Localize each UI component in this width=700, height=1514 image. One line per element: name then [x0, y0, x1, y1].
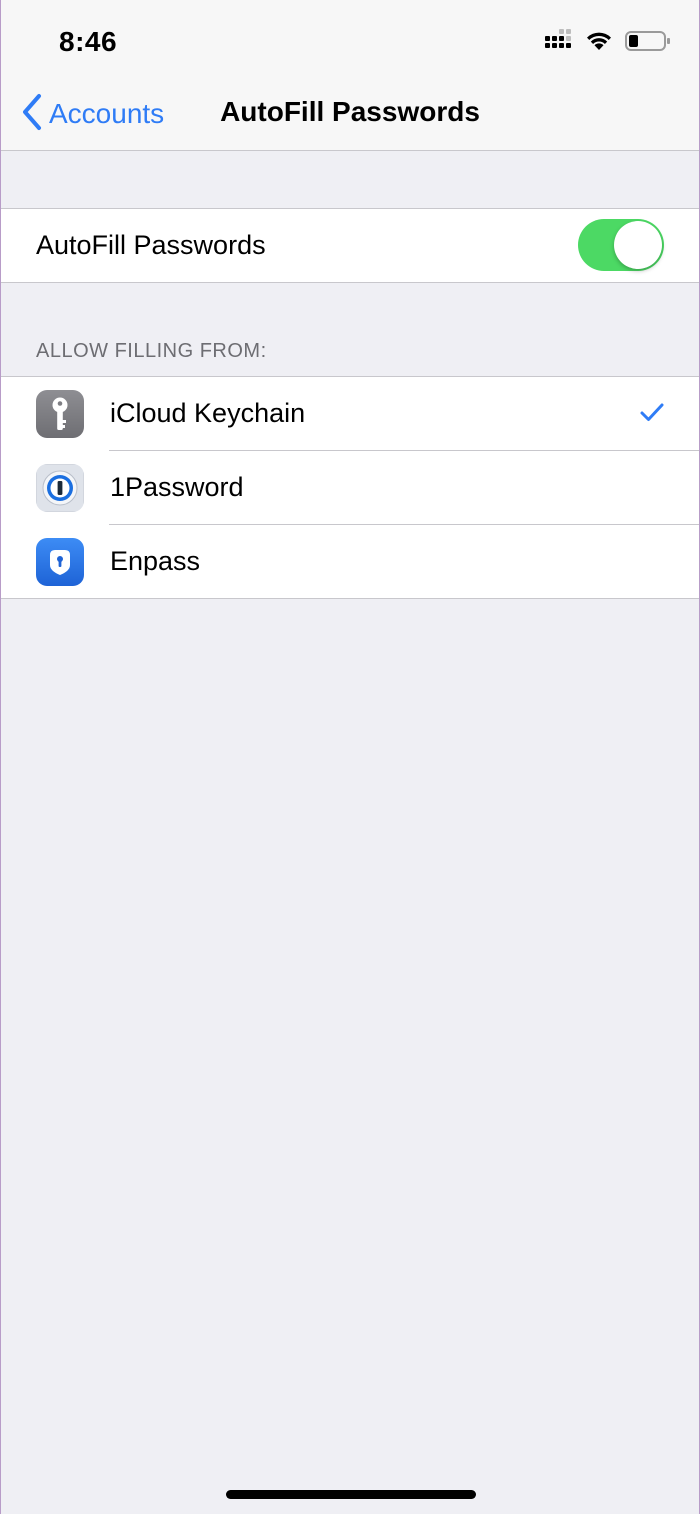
provider-row-icloud-keychain[interactable]: iCloud Keychain	[1, 377, 699, 451]
toggle-knob	[614, 221, 662, 269]
battery-icon	[625, 30, 671, 57]
autofill-group: AutoFill Passwords	[1, 208, 699, 283]
navigation-bar: Accounts AutoFill Passwords	[1, 80, 699, 151]
checkmark-icon	[639, 401, 665, 423]
status-time: 8:46	[59, 26, 118, 57]
autofill-toggle[interactable]	[578, 219, 664, 271]
page-title: AutoFill Passwords	[220, 96, 480, 127]
status-icons	[545, 28, 671, 58]
provider-row-1password[interactable]: 1Password	[1, 451, 699, 525]
home-indicator[interactable]	[226, 1490, 476, 1499]
autofill-row: AutoFill Passwords	[1, 209, 699, 282]
wifi-icon	[585, 30, 613, 57]
provider-label: Enpass	[110, 546, 201, 576]
provider-label: iCloud Keychain	[110, 398, 306, 428]
autofill-label: AutoFill Passwords	[36, 230, 266, 260]
1password-icon	[36, 464, 84, 512]
provider-row-enpass[interactable]: Enpass	[1, 525, 699, 599]
providers-list: iCloud Keychain 1Password Enpass	[1, 376, 699, 599]
section-header: ALLOW FILLING FROM:	[36, 340, 267, 362]
status-bar: 8:46	[1, 0, 699, 80]
cellular-signal-icon	[545, 28, 573, 58]
provider-label: 1Password	[110, 472, 244, 502]
enpass-icon	[36, 538, 84, 586]
key-icon	[36, 390, 84, 438]
settings-screen: 8:46 Accounts AutoFill Passwords AutoFil…	[0, 0, 700, 1514]
